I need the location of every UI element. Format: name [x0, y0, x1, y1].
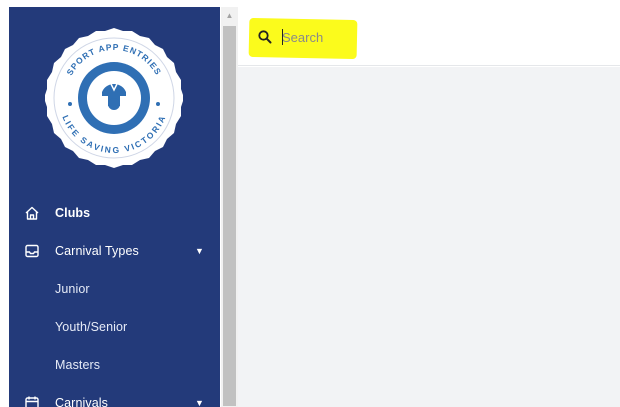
sidebar-item-carnivals[interactable]: Carnivals ▼ — [9, 384, 220, 407]
calendar-icon — [23, 394, 41, 407]
sidebar-scrollbar[interactable]: ▲ — [221, 7, 238, 407]
sidebar-nav: Clubs Carnival Types ▼ Junior Youth/Seni… — [9, 194, 220, 407]
text-cursor — [282, 29, 283, 45]
sidebar-item-junior[interactable]: Junior — [9, 270, 220, 308]
caret-down-icon[interactable]: ▼ — [195, 246, 204, 256]
sidebar-item-carnival-types[interactable]: Carnival Types ▼ — [9, 232, 220, 270]
inbox-icon — [23, 242, 41, 260]
scroll-up-arrow-icon[interactable]: ▲ — [221, 7, 238, 24]
sidebar-item-label: Carnivals — [55, 396, 108, 407]
sidebar-item-clubs[interactable]: Clubs — [9, 194, 220, 232]
caret-down-icon[interactable]: ▼ — [195, 398, 204, 407]
sidebar-item-label: Junior — [55, 282, 90, 296]
scrollbar-thumb[interactable] — [223, 26, 236, 406]
search-input[interactable] — [282, 26, 442, 48]
logo[interactable]: SPORT APP ENTRIES LIFE SAVING VICTORIA — [45, 26, 183, 170]
logo-badge-icon: SPORT APP ENTRIES LIFE SAVING VICTORIA — [45, 28, 183, 168]
search-icon[interactable] — [257, 29, 273, 45]
top-bar — [238, 7, 620, 66]
main-content — [238, 67, 620, 407]
sidebar-item-label: Youth/Senior — [55, 320, 128, 334]
sidebar-item-masters[interactable]: Masters — [9, 346, 220, 384]
sidebar-item-label: Masters — [55, 358, 101, 372]
sidebar: SPORT APP ENTRIES LIFE SAVING VICTORIA C… — [9, 7, 220, 407]
sidebar-item-label: Clubs — [55, 206, 91, 220]
sidebar-item-youth-senior[interactable]: Youth/Senior — [9, 308, 220, 346]
home-icon — [23, 204, 41, 222]
sidebar-item-label: Carnival Types — [55, 244, 139, 258]
